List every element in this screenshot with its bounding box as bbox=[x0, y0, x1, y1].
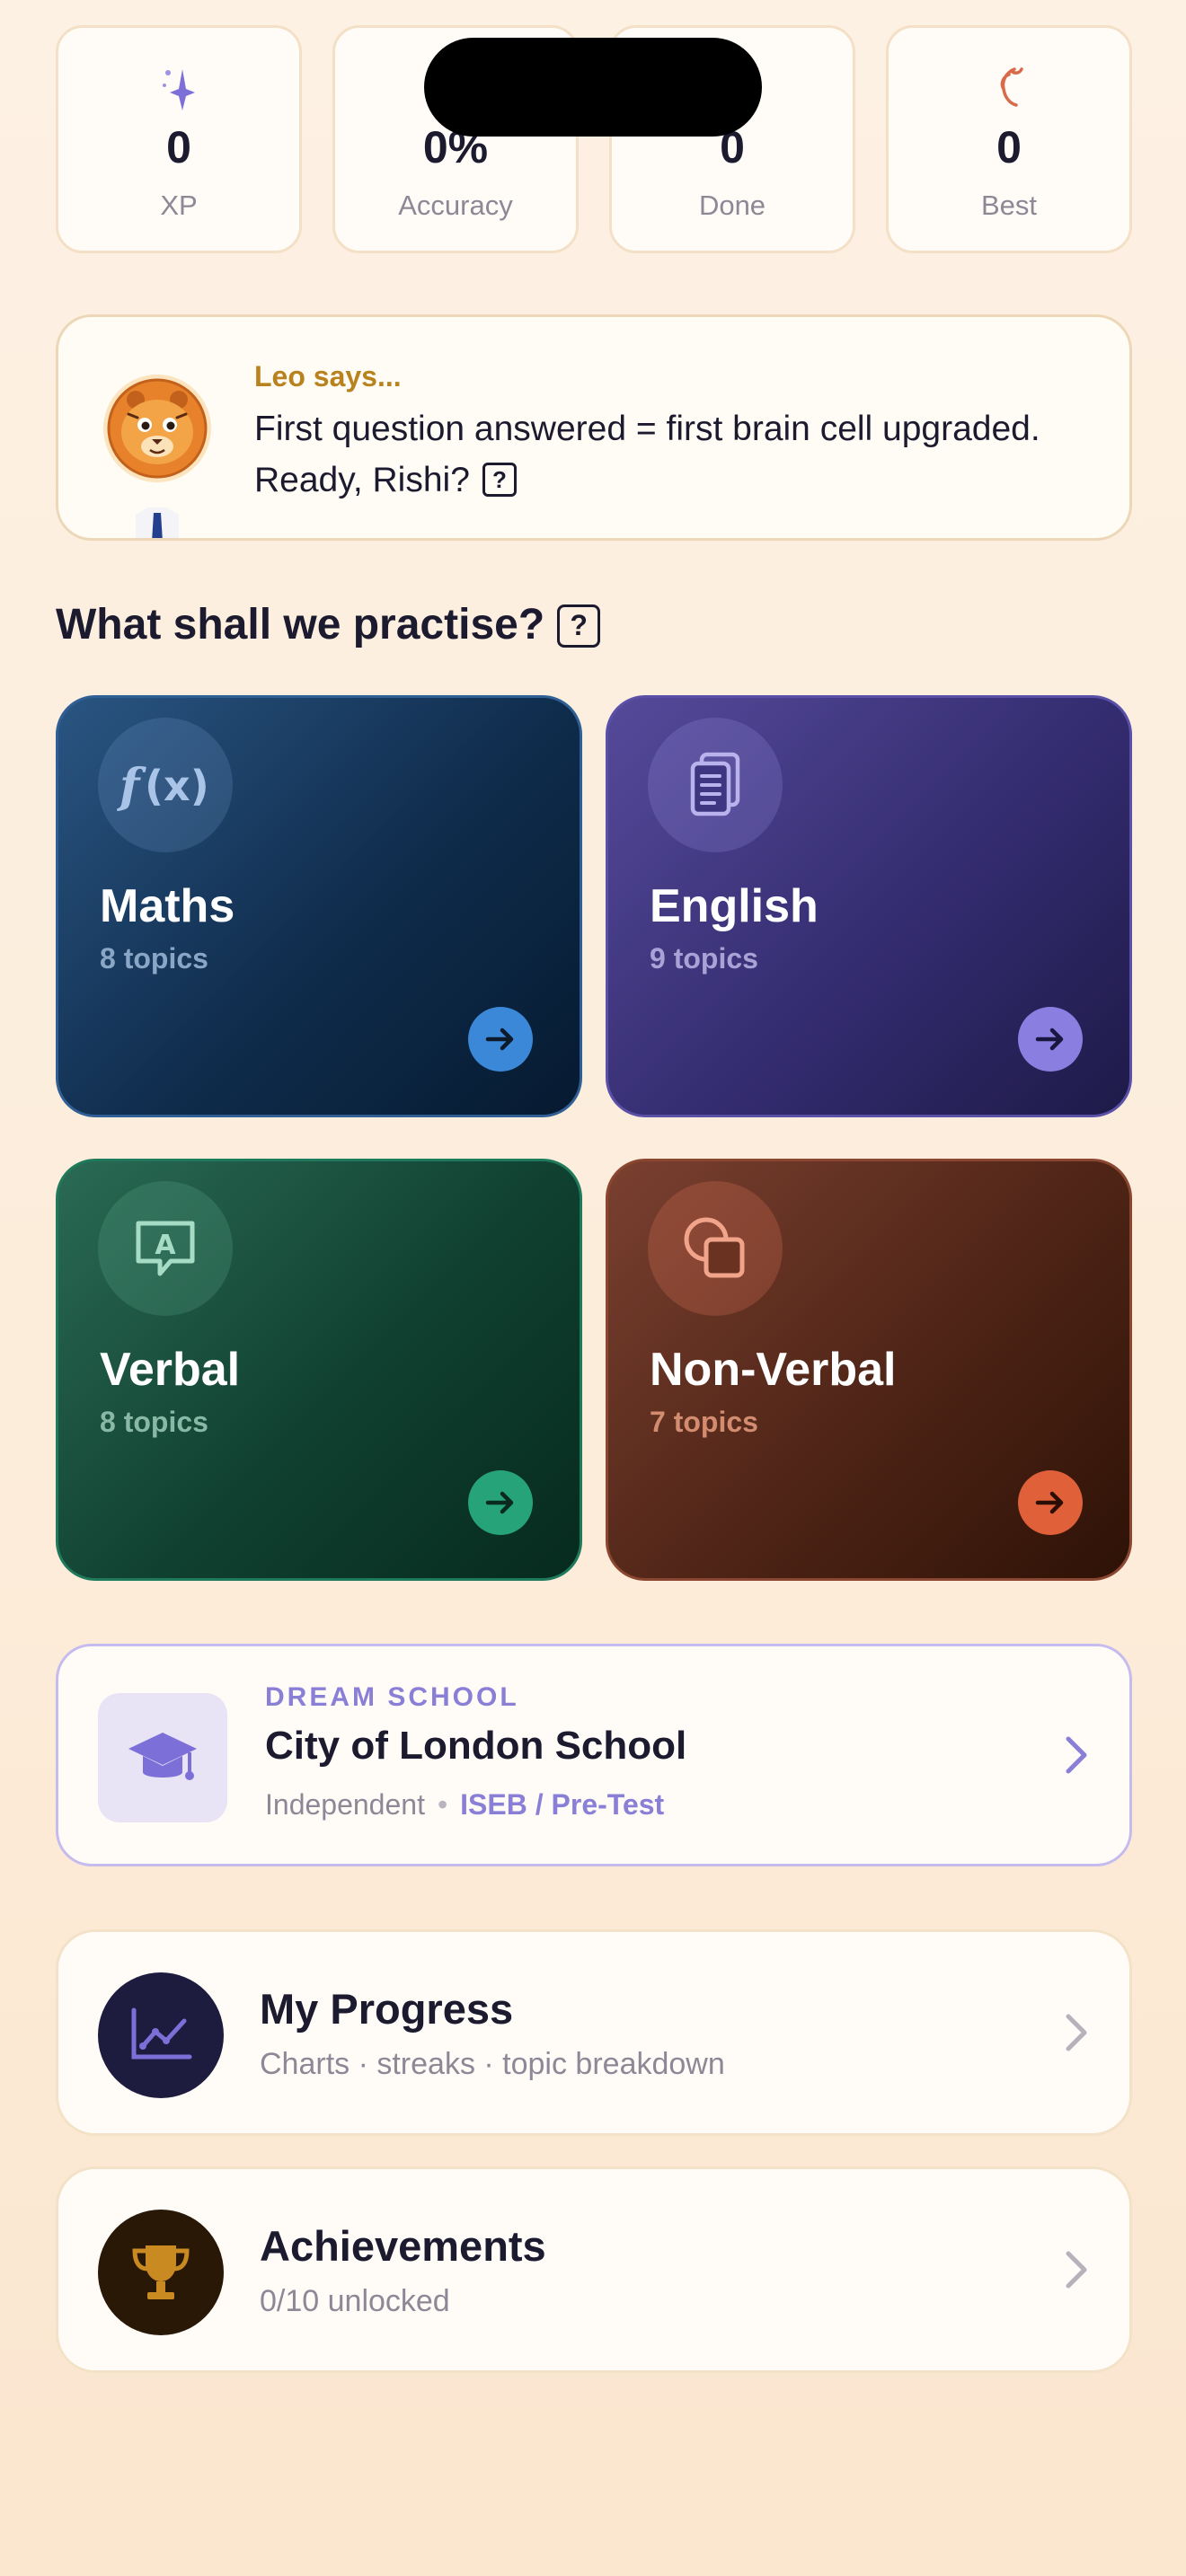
row-subtitle: Charts · streaks · topic breakdown bbox=[260, 2047, 725, 2081]
leo-message: First question answered = first brain ce… bbox=[254, 403, 1063, 506]
arrow-right-icon[interactable] bbox=[468, 1470, 533, 1535]
subject-card-english[interactable]: English 9 topics bbox=[606, 695, 1132, 1117]
school-exam: ISEB / Pre-Test bbox=[460, 1788, 665, 1821]
school-type: Independent bbox=[265, 1788, 425, 1821]
stat-label: Best bbox=[980, 190, 1038, 221]
subject-card-maths[interactable]: f (x) Maths 8 topics bbox=[56, 695, 582, 1117]
arrow-right-icon[interactable] bbox=[1018, 1007, 1083, 1072]
lion-mascot-icon bbox=[102, 373, 213, 484]
chevron-right-icon bbox=[1066, 2014, 1087, 2051]
leo-tip-card: Leo says... First question answered = fi… bbox=[56, 314, 1132, 541]
trophy-icon bbox=[98, 2210, 224, 2335]
chevron-right-icon bbox=[1066, 2251, 1087, 2289]
chevron-right-icon bbox=[1066, 1736, 1087, 1774]
leo-message-text: First question answered = first brain ce… bbox=[254, 410, 1040, 499]
sparkle-icon bbox=[58, 62, 299, 112]
subject-name: Non-Verbal bbox=[650, 1344, 897, 1396]
subject-name: English bbox=[650, 880, 819, 932]
function-icon: f (x) bbox=[98, 718, 233, 852]
leo-title: Leo says... bbox=[254, 360, 402, 393]
dream-school-name: City of London School bbox=[265, 1724, 687, 1768]
help-button[interactable]: ? bbox=[557, 604, 601, 648]
subject-topic-count: 8 topics bbox=[100, 942, 208, 975]
camera-notch bbox=[424, 38, 762, 137]
chart-icon bbox=[98, 1972, 224, 2098]
svg-text:(x): (x) bbox=[145, 762, 209, 810]
stat-best: 0 Best bbox=[886, 25, 1132, 253]
subject-card-verbal[interactable]: A Verbal 8 topics bbox=[56, 1159, 582, 1581]
stat-label: Done bbox=[698, 190, 766, 221]
shapes-icon bbox=[648, 1181, 783, 1316]
stat-value: 0 bbox=[166, 122, 191, 172]
row-title: My Progress bbox=[260, 1985, 514, 2033]
subject-topic-count: 7 topics bbox=[650, 1406, 758, 1438]
row-title: Achievements bbox=[260, 2222, 546, 2270]
subject-name: Maths bbox=[100, 880, 235, 932]
dream-school-meta: Independent • ISEB / Pre-Test bbox=[265, 1788, 664, 1822]
subject-name: Verbal bbox=[100, 1344, 241, 1396]
subject-card-non-verbal[interactable]: Non-Verbal 7 topics bbox=[606, 1159, 1132, 1581]
stat-xp: 0 XP bbox=[56, 25, 302, 253]
tie-icon bbox=[128, 506, 186, 538]
svg-text:f: f bbox=[116, 759, 146, 814]
document-icon bbox=[648, 718, 783, 852]
help-button[interactable]: ? bbox=[482, 463, 517, 497]
svg-text:A: A bbox=[155, 1230, 176, 1261]
stat-label: XP bbox=[160, 190, 198, 221]
meta-separator: • bbox=[437, 1788, 448, 1821]
section-heading-text: What shall we practise? bbox=[56, 601, 545, 648]
arrow-right-icon[interactable] bbox=[468, 1007, 533, 1072]
dream-school-card[interactable]: DREAM SCHOOL City of London School Indep… bbox=[56, 1644, 1132, 1866]
section-heading: What shall we practise?? bbox=[56, 600, 601, 649]
subject-topic-count: 8 topics bbox=[100, 1406, 208, 1438]
stat-value: 0 bbox=[996, 122, 1022, 172]
subject-topic-count: 9 topics bbox=[650, 942, 758, 975]
dream-school-kicker: DREAM SCHOOL bbox=[265, 1682, 519, 1712]
achievements-row[interactable]: Achievements 0/10 unlocked bbox=[56, 2166, 1132, 2373]
flame-icon bbox=[889, 62, 1129, 112]
arrow-right-icon[interactable] bbox=[1018, 1470, 1083, 1535]
my-progress-row[interactable]: My Progress Charts · streaks · topic bre… bbox=[56, 1929, 1132, 2136]
stat-label: Accuracy bbox=[398, 190, 513, 221]
graduation-cap-icon bbox=[98, 1693, 227, 1822]
speech-bubble-icon: A bbox=[98, 1181, 233, 1316]
row-subtitle: 0/10 unlocked bbox=[260, 2284, 450, 2318]
